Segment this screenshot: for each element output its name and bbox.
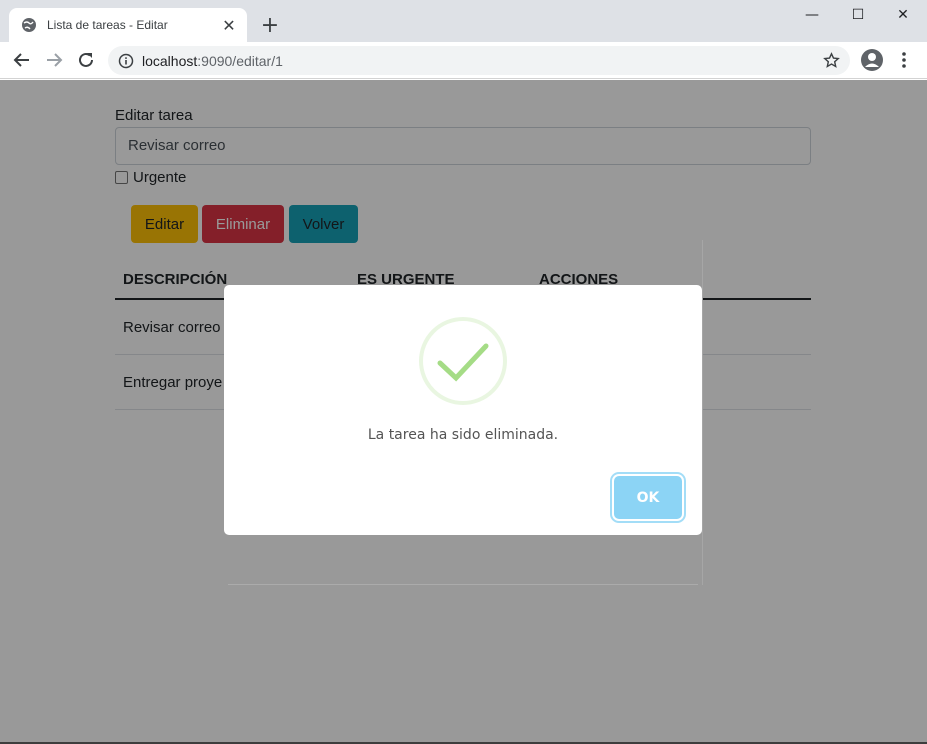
forward-button[interactable] <box>40 46 68 74</box>
maximize-button[interactable]: ☐ <box>835 0 881 30</box>
address-bar[interactable]: localhost:9090/editar/1 <box>108 46 850 75</box>
reload-icon <box>79 52 93 67</box>
new-tab-button[interactable]: + <box>258 13 282 38</box>
profile-icon <box>861 49 883 71</box>
menu-button[interactable] <box>890 46 918 74</box>
minimize-button[interactable]: — <box>789 0 835 30</box>
browser-tab[interactable]: Lista de tareas - Editar ✕ <box>9 8 247 42</box>
globe-icon <box>22 18 36 32</box>
star-icon[interactable] <box>823 52 840 69</box>
tab-close-icon[interactable]: ✕ <box>219 15 239 35</box>
ok-button[interactable]: OK <box>614 476 682 519</box>
divider <box>702 240 703 585</box>
url-host: localhost <box>142 52 198 69</box>
close-window-button[interactable]: ✕ <box>880 0 926 30</box>
modal-message: La tarea ha sido eliminada. <box>367 427 559 443</box>
menu-icon <box>902 52 906 68</box>
url-text: localhost:9090/editar/1 <box>142 53 283 69</box>
browser-toolbar: localhost:9090/editar/1 <box>0 42 927 79</box>
forward-icon <box>47 53 63 67</box>
divider <box>228 584 698 585</box>
back-button[interactable] <box>8 46 36 74</box>
back-icon <box>13 53 29 67</box>
url-path: :9090/editar/1 <box>197 52 283 69</box>
reload-button[interactable] <box>72 46 100 74</box>
profile-button[interactable] <box>858 46 886 74</box>
info-icon <box>118 53 134 68</box>
success-check-icon <box>419 317 507 405</box>
tab-title: Lista de tareas - Editar <box>47 18 168 32</box>
success-modal: La tarea ha sido eliminada. OK <box>224 285 702 535</box>
tab-strip: Lista de tareas - Editar ✕ + — ☐ ✕ <box>0 0 927 42</box>
